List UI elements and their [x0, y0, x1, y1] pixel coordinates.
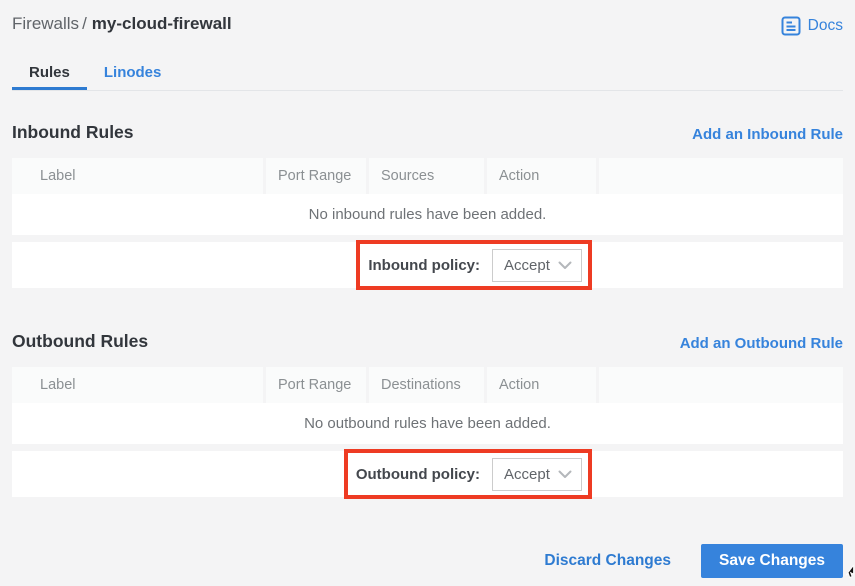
mouse-cursor-icon [843, 565, 854, 583]
docs-label: Docs [808, 17, 843, 35]
inbound-policy-label: Inbound policy: [368, 257, 480, 274]
inbound-policy-annotation-box: Inbound policy: Accept [356, 240, 592, 290]
docs-link[interactable]: Docs [781, 14, 843, 36]
outbound-column-port: Port Range [266, 367, 366, 403]
outbound-table-header: Label Port Range Destinations Action [12, 367, 843, 403]
actions-footer: Discard Changes Save Changes [12, 544, 843, 578]
tab-rules[interactable]: Rules [12, 55, 87, 90]
top-bar: Firewalls/ my-cloud-firewall Docs [12, 0, 843, 34]
outbound-policy-label: Outbound policy: [356, 466, 480, 483]
add-inbound-rule-link[interactable]: Add an Inbound Rule [692, 126, 843, 143]
tab-linodes[interactable]: Linodes [87, 55, 179, 90]
inbound-column-label: Label [12, 158, 263, 194]
breadcrumb: Firewalls/ my-cloud-firewall [12, 14, 232, 34]
outbound-column-action: Action [487, 367, 596, 403]
outbound-policy-value: Accept [504, 466, 550, 483]
outbound-empty-message: No outbound rules have been added. [304, 415, 551, 432]
add-outbound-rule-link[interactable]: Add an Outbound Rule [680, 335, 843, 352]
save-changes-button[interactable]: Save Changes [701, 544, 843, 578]
inbound-column-sources: Sources [369, 158, 484, 194]
outbound-column-destinations: Destinations [369, 367, 484, 403]
docs-icon [781, 16, 801, 36]
outbound-column-label: Label [12, 367, 263, 403]
inbound-section-header: Inbound Rules Add an Inbound Rule [12, 122, 843, 143]
outbound-policy-annotation-box: Outbound policy: Accept [344, 449, 592, 499]
outbound-empty-row: No outbound rules have been added. [12, 403, 843, 444]
chevron-down-icon [558, 261, 572, 270]
inbound-policy-select[interactable]: Accept [492, 249, 582, 282]
inbound-rules-title: Inbound Rules [12, 122, 134, 143]
outbound-column-filler [599, 367, 843, 403]
page-title: my-cloud-firewall [92, 14, 232, 33]
firewall-detail-page: Firewalls/ my-cloud-firewall Docs Rules L… [0, 0, 855, 578]
inbound-table-header: Label Port Range Sources Action [12, 158, 843, 194]
chevron-down-icon [558, 470, 572, 479]
breadcrumb-separator: / [82, 14, 87, 33]
outbound-rules-title: Outbound Rules [12, 331, 148, 352]
tab-linodes-label: Linodes [104, 64, 162, 81]
inbound-empty-row: No inbound rules have been added. [12, 194, 843, 235]
discard-changes-link[interactable]: Discard Changes [544, 552, 671, 570]
inbound-column-filler [599, 158, 843, 194]
inbound-column-action: Action [487, 158, 596, 194]
tab-rules-label: Rules [29, 64, 70, 81]
outbound-policy-select[interactable]: Accept [492, 458, 582, 491]
inbound-policy-row: Inbound policy: Accept [12, 242, 843, 288]
breadcrumb-firewalls-link[interactable]: Firewalls [12, 14, 79, 33]
tab-bar: Rules Linodes [12, 55, 843, 91]
inbound-empty-message: No inbound rules have been added. [309, 206, 547, 223]
outbound-section-header: Outbound Rules Add an Outbound Rule [12, 331, 843, 352]
inbound-column-port: Port Range [266, 158, 366, 194]
inbound-policy-value: Accept [504, 257, 550, 274]
outbound-policy-row: Outbound policy: Accept [12, 451, 843, 497]
